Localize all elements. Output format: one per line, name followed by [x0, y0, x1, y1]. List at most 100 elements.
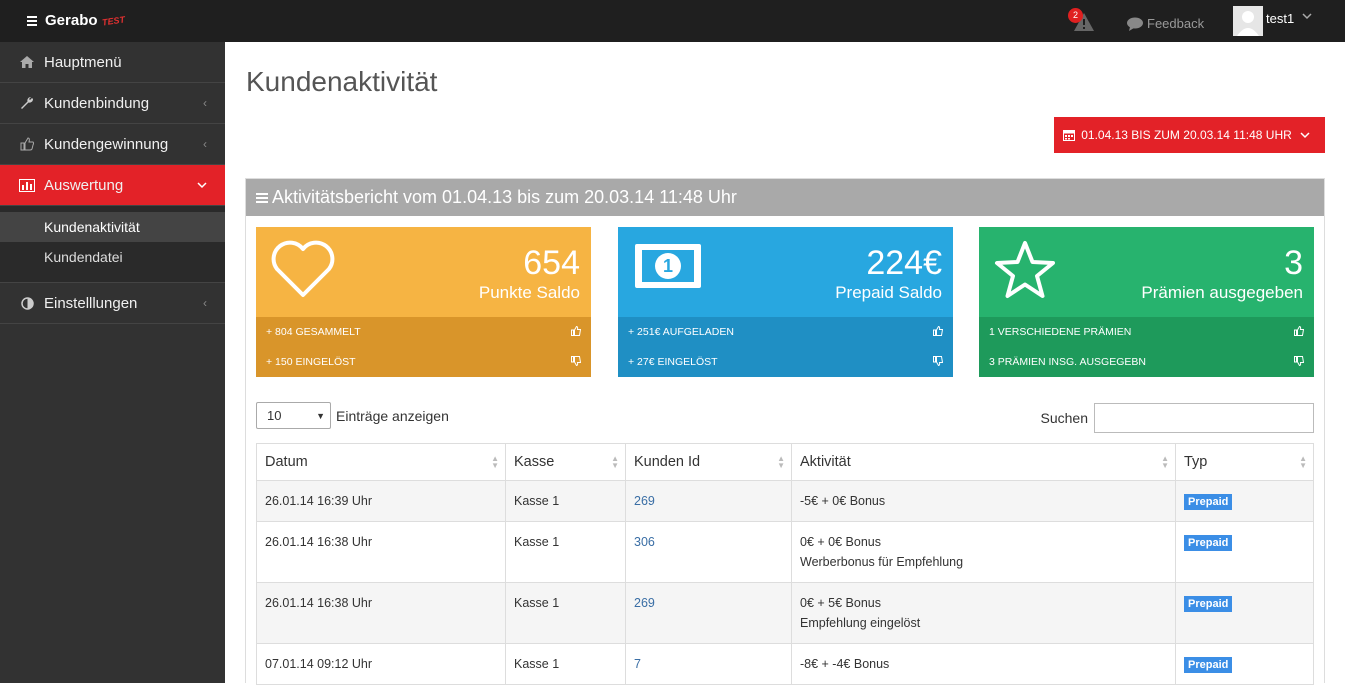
stat-footer-row: + 27€ EINGELÖST [618, 347, 953, 377]
cell-typ: Prepaid [1175, 480, 1314, 522]
contrast-icon [18, 296, 36, 310]
panel-header: Aktivitätsbericht vom 01.04.13 bis zum 2… [246, 179, 1324, 216]
caret-down-icon: ▼ [316, 411, 325, 421]
cell-kasse: Kasse 1 [505, 521, 626, 583]
username: test1 [1266, 11, 1295, 26]
sidebar-item-einstellungen[interactable]: Einstelllungen ‹ [0, 283, 225, 324]
stat-card-top: 654 Punkte Saldo [256, 227, 591, 317]
date-range-label: 01.04.13 BIS ZUM 20.03.14 11:48 UHR [1081, 128, 1292, 142]
heart-icon [271, 240, 335, 297]
stat-footer-text: 1 VERSCHIEDENE PRÄMIEN [989, 326, 1132, 338]
home-icon [18, 56, 36, 68]
menu-bars-icon [256, 193, 268, 203]
sidebar-item-label: Hauptmenü [44, 53, 122, 71]
stat-footer-row: 3 PRÄMIEN INSG. AUSGEGEBN [979, 347, 1314, 377]
cell-datum: 26.01.14 16:38 Uhr [256, 521, 506, 583]
stat-footer-row: + 150 EINGELÖST [256, 347, 591, 377]
stat-footer-text: + 804 GESAMMELT [266, 326, 361, 338]
cell-aktivitaet: 0€ + 0€ Bonus Werberbonus für Empfehlung [791, 521, 1176, 583]
customer-id-link[interactable]: 269 [634, 494, 655, 508]
stat-value: 3 [1284, 244, 1303, 282]
table-row: 26.01.14 16:38 Uhr Kasse 1 269 0€ + 5€ B… [256, 582, 1314, 644]
page-title: Kundenaktivität [246, 66, 438, 97]
thumbs-down-icon [1294, 356, 1304, 366]
column-header-datum[interactable]: Datum ▲ ▼ [256, 443, 506, 481]
stat-footer-row: + 251€ AUFGELADEN [618, 317, 953, 347]
app-logo[interactable]: Gerabo TEST [25, 12, 125, 29]
chevron-left-icon: ‹ [203, 296, 207, 310]
stat-card-top: 1 224€ Prepaid Saldo [618, 227, 953, 317]
cell-aktivitaet: -5€ + 0€ Bonus [791, 480, 1176, 522]
entries-select[interactable]: 10 ▼ [256, 402, 331, 429]
sort-icon: ▲ ▼ [1299, 454, 1307, 470]
logo-badge: TEST [100, 13, 126, 28]
table-row: 26.01.14 16:38 Uhr Kasse 1 306 0€ + 0€ B… [256, 521, 1314, 583]
sidebar-item-hauptmenue[interactable]: Hauptmenü [0, 42, 225, 83]
feedback-link[interactable]: Feedback [1126, 16, 1204, 31]
table-header-row: Datum ▲ ▼ Kasse ▲ ▼ Kunden Id ▲ ▼ Aktivität ▲ ▼ … [256, 443, 1314, 481]
stat-card-footer: 1 VERSCHIEDENE PRÄMIEN 3 PRÄMIEN INSG. A… [979, 317, 1314, 377]
cell-aktivitaet: 0€ + 5€ Bonus Empfehlung eingelöst [791, 582, 1176, 644]
user-menu[interactable]: test1 [1233, 6, 1312, 36]
activity-table: Datum ▲ ▼ Kasse ▲ ▼ Kunden Id ▲ ▼ Aktivität ▲ ▼ … [256, 443, 1314, 685]
sidebar-item-auswertung[interactable]: Auswertung [0, 165, 225, 206]
stat-card-points: 654 Punkte Saldo + 804 GESAMMELT + 150 E… [256, 227, 591, 377]
sidebar-item-label: Kundengewinnung [44, 135, 169, 153]
cell-kunden-id: 269 [625, 582, 792, 644]
column-header-typ[interactable]: Typ ▲ ▼ [1175, 443, 1314, 481]
customer-id-link[interactable]: 269 [634, 596, 655, 610]
stat-value: 654 [523, 244, 580, 282]
activity-amount: -8€ + -4€ Bonus [800, 657, 890, 671]
sidebar-item-kundengewinnung[interactable]: Kundengewinnung ‹ [0, 124, 225, 165]
stat-footer-text: + 251€ AUFGELADEN [628, 326, 734, 338]
customer-id-link[interactable]: 306 [634, 535, 655, 549]
user-silhouette-icon [1233, 6, 1263, 36]
activity-report-panel: Aktivitätsbericht vom 01.04.13 bis zum 2… [245, 178, 1325, 685]
cell-kasse: Kasse 1 [505, 582, 626, 644]
cell-datum: 26.01.14 16:39 Uhr [256, 480, 506, 522]
sidebar-subitem-kundenaktivitaet[interactable]: Kundenaktivität [0, 212, 225, 242]
column-header-label: Kunden Id [634, 454, 701, 470]
stat-footer-row: + 804 GESAMMELT [256, 317, 591, 347]
stat-card-footer: + 251€ AUFGELADEN + 27€ EINGELÖST [618, 317, 953, 377]
chevron-down-icon [197, 178, 207, 192]
sidebar-subitem-kundendatei[interactable]: Kundendatei [0, 242, 225, 272]
sidebar: Hauptmenü Kundenbindung ‹ Kundengewinnun… [0, 42, 225, 683]
thumbs-down-icon [933, 356, 943, 366]
stat-card-rewards: 3 Prämien ausgegeben 1 VERSCHIEDENE PRÄM… [979, 227, 1314, 377]
column-header-aktivitaet[interactable]: Aktivität ▲ ▼ [791, 443, 1176, 481]
stat-footer-text: + 150 EINGELÖST [266, 356, 356, 368]
logo-icon [27, 15, 37, 26]
column-header-kasse[interactable]: Kasse ▲ ▼ [505, 443, 626, 481]
sidebar-item-label: Kundenbindung [44, 94, 150, 112]
alert-button[interactable]: 2 [1068, 8, 1095, 32]
cell-datum: 26.01.14 16:38 Uhr [256, 582, 506, 644]
cell-kasse: Kasse 1 [505, 643, 626, 685]
date-range-button[interactable]: 01.04.13 BIS ZUM 20.03.14 11:48 UHR [1054, 117, 1325, 153]
sidebar-item-kundenbindung[interactable]: Kundenbindung ‹ [0, 83, 225, 124]
alert-count-badge: 2 [1068, 8, 1083, 23]
chat-bubble-icon [1127, 17, 1143, 31]
cell-kasse: Kasse 1 [505, 480, 626, 522]
customer-id-link[interactable]: 7 [634, 657, 641, 671]
chevron-down-icon [1300, 132, 1310, 139]
search-input[interactable] [1094, 403, 1314, 433]
svg-text:1: 1 [663, 256, 673, 276]
wrench-icon [18, 96, 36, 110]
entries-label: Einträge anzeigen [336, 407, 449, 424]
sidebar-item-label: Auswertung [44, 176, 124, 194]
stat-card-prepaid: 1 224€ Prepaid Saldo + 251€ AUFGELADEN +… [618, 227, 953, 377]
table-row: 07.01.14 09:12 Uhr Kasse 1 7 -8€ + -4€ B… [256, 643, 1314, 685]
cell-datum: 07.01.14 09:12 Uhr [256, 643, 506, 685]
stat-label: Prepaid Saldo [835, 283, 942, 302]
table-row: 26.01.14 16:39 Uhr Kasse 1 269 -5€ + 0€ … [256, 480, 1314, 522]
activity-note: Werberbonus für Empfehlung [800, 555, 964, 569]
column-header-kunden-id[interactable]: Kunden Id ▲ ▼ [625, 443, 792, 481]
chevron-left-icon: ‹ [203, 137, 207, 151]
activity-amount: 0€ + 5€ Bonus [800, 596, 881, 610]
sort-icon: ▲ ▼ [1161, 454, 1169, 470]
cell-aktivitaet: -8€ + -4€ Bonus [791, 643, 1176, 685]
panel-title: Aktivitätsbericht vom 01.04.13 bis zum 2… [272, 187, 737, 207]
sidebar-item-label: Einstelllungen [44, 294, 138, 312]
search-label: Suchen [1040, 410, 1088, 426]
